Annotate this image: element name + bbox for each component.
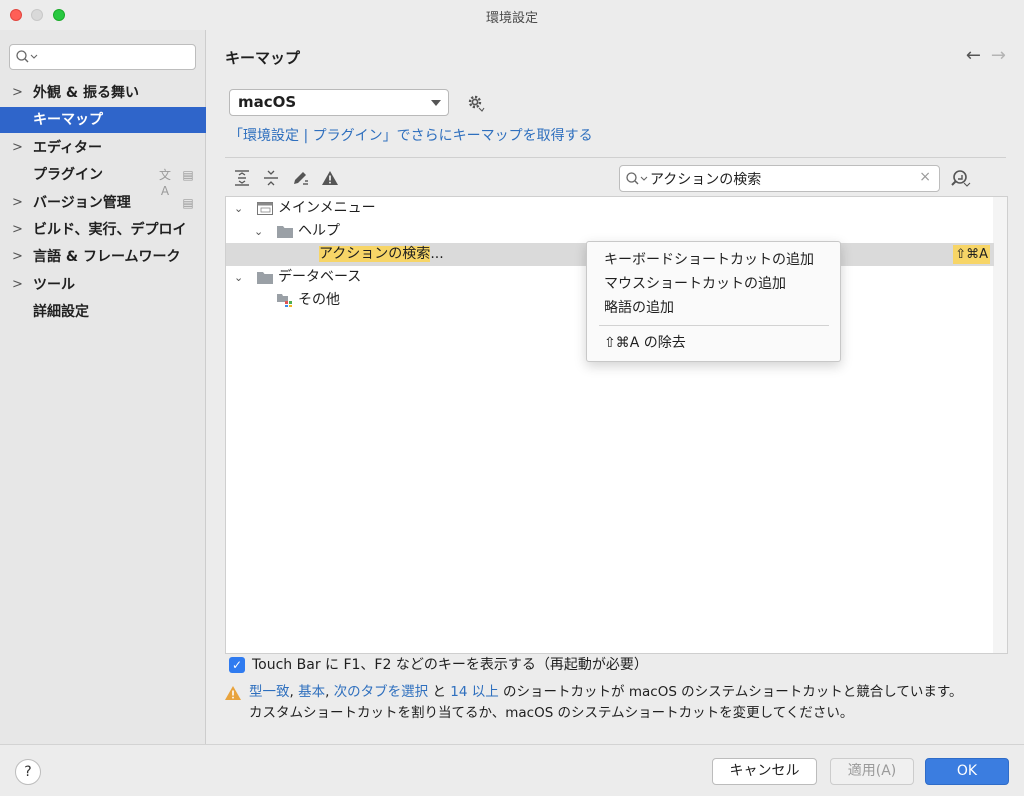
sidebar-item-version-control[interactable]: > バージョン管理 ▤	[0, 190, 206, 216]
find-by-shortcut-icon[interactable]	[950, 168, 972, 190]
edit-pencil-icon[interactable]	[291, 169, 309, 187]
apply-button[interactable]: 適用(A)	[830, 758, 914, 785]
conflict-link-next-tab[interactable]: 次のタブを選択	[334, 684, 429, 700]
search-icon	[626, 172, 648, 185]
chevron-right-icon: >	[12, 277, 23, 292]
sidebar-item-tools[interactable]: > ツール	[0, 272, 206, 298]
action-search-field[interactable]: ×	[619, 165, 940, 192]
chevron-down-icon[interactable]: ⌄	[254, 220, 263, 243]
window-title: 環境設定	[485, 11, 538, 26]
history-navigation: ← →	[956, 45, 1006, 66]
sidebar-item-build-run-deploy[interactable]: > ビルド、実行、デプロイ	[0, 217, 206, 243]
back-arrow-icon[interactable]: ←	[966, 45, 981, 66]
cancel-button[interactable]: キャンセル	[712, 758, 817, 785]
keymap-panel: キーマップ ← → macOS 「環境設定 | プラグイン」でさらにキーマップを取…	[207, 30, 1024, 744]
clear-search-icon[interactable]: ×	[919, 169, 931, 185]
settings-sidebar: > 外観 & 振る舞い キーマップ > エディター プラグイン 文A ▤ > バ…	[0, 30, 206, 744]
project-settings-icon: ▤	[182, 168, 194, 182]
chevron-down-icon[interactable]: ⌄	[234, 266, 243, 289]
menu-item-add-mouse-shortcut[interactable]: マウスショートカットの追加	[604, 273, 786, 295]
get-more-keymaps-link[interactable]: 「環境設定 | プラグイン」でさらにキーマップを取得する	[229, 125, 593, 145]
menu-item-add-keyboard-shortcut[interactable]: キーボードショートカットの追加	[604, 249, 814, 271]
chevron-right-icon: >	[12, 222, 23, 237]
ok-button[interactable]: OK	[925, 758, 1009, 785]
conflict-link-more[interactable]: 14 以上	[450, 684, 498, 700]
expand-all-icon[interactable]	[233, 169, 251, 187]
divider	[225, 157, 1006, 158]
menu-icon	[257, 202, 273, 215]
tree-node-main-menu[interactable]: ⌄ メインメニュー	[226, 197, 994, 220]
keymap-select[interactable]: macOS	[229, 89, 449, 116]
dialog-footer: ? キャンセル 適用(A) OK	[0, 744, 1024, 796]
sidebar-search-input[interactable]	[9, 44, 196, 70]
translate-icon: 文A	[158, 168, 171, 198]
project-settings-icon: ▤	[182, 196, 194, 210]
search-icon	[16, 50, 38, 63]
shortcut-badge: ⇧⌘A	[953, 245, 990, 264]
chevron-right-icon: >	[12, 140, 23, 155]
menu-separator	[599, 325, 829, 326]
gear-icon[interactable]	[467, 94, 485, 112]
chevron-right-icon: >	[12, 195, 23, 210]
menu-item-remove-shortcut[interactable]: ⇧⌘A の除去	[604, 332, 686, 354]
sidebar-item-keymap[interactable]: キーマップ	[0, 107, 206, 133]
conflict-link-type-match[interactable]: 型一致	[249, 684, 290, 700]
title-bar: 環境設定	[0, 0, 1024, 30]
folder-icon	[257, 272, 273, 284]
forward-arrow-icon[interactable]: →	[991, 45, 1006, 66]
context-menu: キーボードショートカットの追加 マウスショートカットの追加 略語の追加 ⇧⌘A …	[586, 241, 841, 362]
action-search-input[interactable]	[650, 169, 910, 188]
checkbox-checked[interactable]: ✓	[229, 657, 245, 673]
sidebar-item-editor[interactable]: > エディター	[0, 135, 206, 161]
menu-item-add-abbreviation[interactable]: 略語の追加	[604, 297, 674, 319]
sidebar-item-appearance[interactable]: > 外観 & 振る舞い	[0, 80, 206, 106]
sidebar-item-languages-frameworks[interactable]: > 言語 & フレームワーク	[0, 244, 206, 270]
page-title: キーマップ	[225, 49, 301, 67]
tree-node-help[interactable]: ⌄ ヘルプ	[226, 220, 994, 243]
chevron-down-icon[interactable]: ⌄	[234, 197, 243, 220]
search-match-highlight: アクションの検索	[319, 246, 431, 262]
collapse-all-icon[interactable]	[262, 169, 280, 187]
scrollbar[interactable]	[993, 197, 1007, 653]
warning-icon	[225, 686, 241, 700]
chevron-right-icon: >	[12, 249, 23, 264]
other-folder-icon	[277, 294, 292, 307]
sidebar-item-advanced-settings[interactable]: 詳細設定	[0, 299, 206, 325]
sidebar-item-plugins[interactable]: プラグイン 文A ▤	[0, 162, 206, 198]
warning-filter-icon[interactable]	[321, 169, 339, 187]
help-button[interactable]: ?	[15, 759, 41, 785]
dropdown-caret-icon	[431, 100, 441, 106]
chevron-right-icon: >	[12, 85, 23, 100]
conflict-link-basic[interactable]: 基本	[298, 684, 325, 700]
folder-icon	[277, 226, 293, 238]
